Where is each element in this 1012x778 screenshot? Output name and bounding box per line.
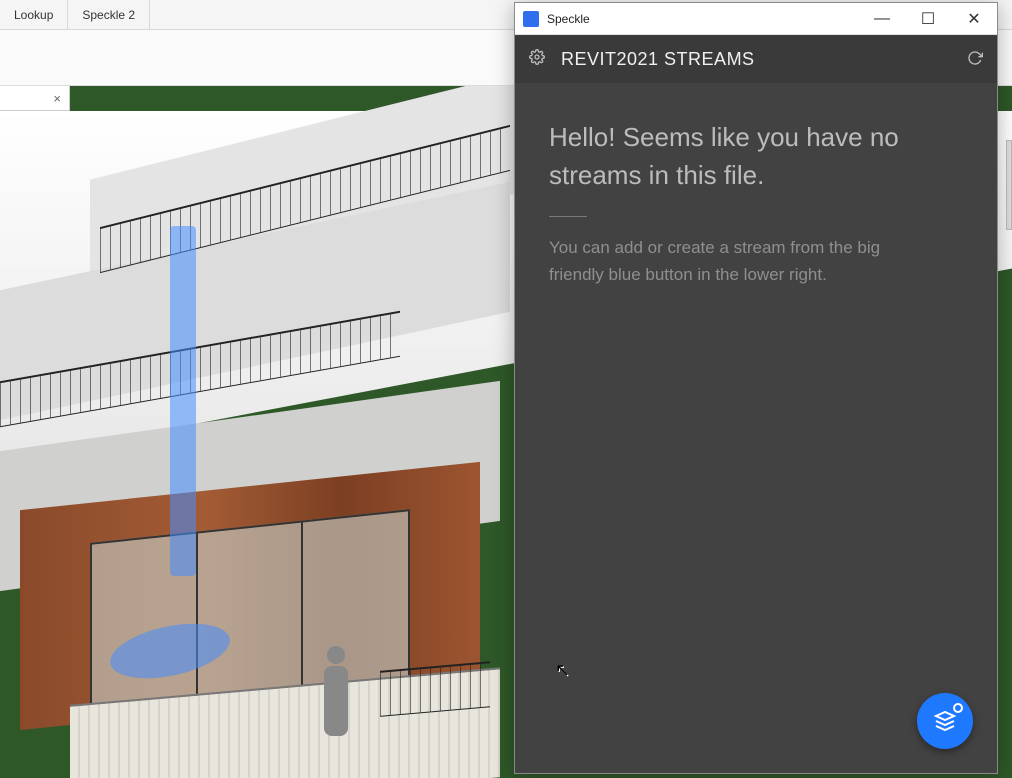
empty-state-heading: Hello! Seems like you have no streams in…	[549, 119, 963, 194]
ribbon-tab-lookup[interactable]: Lookup	[0, 0, 68, 29]
ribbon-tab-speckle2[interactable]: Speckle 2	[68, 0, 150, 29]
refresh-icon[interactable]	[967, 50, 983, 69]
close-icon[interactable]: ×	[53, 91, 61, 106]
viewport-highlight-column	[170, 226, 196, 576]
divider	[549, 216, 587, 217]
host-view-tab[interactable]: ×	[0, 86, 70, 111]
speckle-window: Speckle — ☐ ✕ REVIT2021 STREAMS Hello! S…	[514, 2, 998, 774]
speckle-panel-body: Hello! Seems like you have no streams in…	[515, 83, 997, 773]
close-button[interactable]: ✕	[951, 3, 997, 35]
speckle-app-icon	[523, 11, 539, 27]
speckle-panel-header: REVIT2021 STREAMS	[515, 35, 997, 83]
fab-badge-icon	[953, 703, 963, 713]
gear-icon[interactable]	[529, 49, 545, 70]
minimize-button[interactable]: —	[859, 3, 905, 35]
viewport-railing	[380, 661, 490, 717]
window-titlebar[interactable]: Speckle — ☐ ✕	[515, 3, 997, 35]
maximize-button[interactable]: ☐	[905, 3, 951, 35]
host-side-panel-sliver	[1006, 140, 1012, 230]
empty-state-subtext: You can add or create a stream from the …	[549, 235, 939, 288]
window-title: Speckle	[547, 12, 590, 26]
viewport-person-figure	[320, 646, 352, 766]
panel-title: REVIT2021 STREAMS	[561, 49, 951, 70]
add-stream-fab[interactable]	[917, 693, 973, 749]
add-stream-icon	[933, 709, 957, 733]
